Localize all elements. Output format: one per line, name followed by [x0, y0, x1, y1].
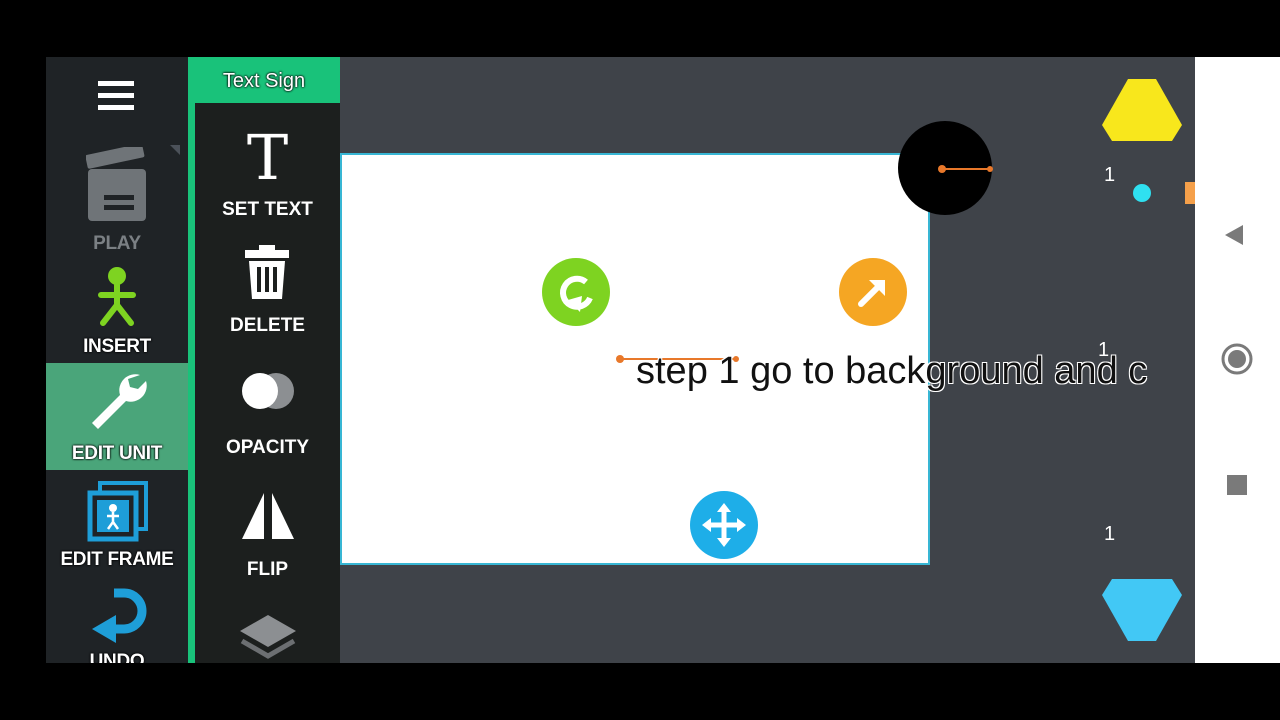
panel-accent-stripe: [188, 57, 195, 663]
edit-unit-button[interactable]: EDIT UNIT: [46, 363, 188, 470]
delete-label: DELETE: [230, 315, 305, 336]
set-text-button[interactable]: T SET TEXT: [195, 123, 340, 223]
layers-icon: [240, 615, 296, 659]
undo-icon: [92, 588, 147, 643]
rotate-icon: [560, 275, 593, 312]
trash-icon: [245, 245, 289, 299]
undo-label: UNDO: [89, 651, 145, 663]
arrow-up-right-icon: [858, 280, 885, 307]
wrench-icon: [92, 374, 147, 429]
edit-frame-label: EDIT FRAME: [60, 549, 174, 570]
move-handle[interactable]: [690, 491, 758, 559]
opacity-label: OPACITY: [225, 437, 310, 458]
flip-label: FLIP: [246, 559, 289, 580]
layers-button[interactable]: [195, 613, 340, 663]
edit-unit-label: EDIT UNIT: [71, 443, 163, 464]
play-label: PLAY: [93, 233, 141, 254]
flip-button[interactable]: FLIP: [195, 491, 340, 591]
text-T-icon: T: [246, 121, 289, 194]
delete-button[interactable]: DELETE: [195, 243, 340, 343]
system-navigation-bar: [1195, 57, 1280, 663]
hamburger-menu-icon[interactable]: [98, 81, 134, 115]
text-sign-tool-panel: Text Sign T SET TEXT DELETE OPACITY FLIP: [188, 57, 340, 663]
clapperboard-icon: [86, 147, 146, 221]
flip-icon: [242, 493, 294, 539]
app-window: PLAY INSERT EDIT UNIT EDIT FRAME UNDO Te…: [46, 57, 1280, 663]
insert-label: INSERT: [83, 336, 151, 357]
frame-up-button[interactable]: [1102, 77, 1182, 143]
scale-handle[interactable]: [839, 258, 907, 326]
move-arrows-icon: [702, 503, 746, 547]
home-icon[interactable]: [1221, 343, 1253, 375]
play-button[interactable]: PLAY: [46, 143, 188, 254]
undo-button[interactable]: UNDO: [46, 583, 188, 663]
frame-counter-mid: 1: [1098, 339, 1110, 361]
text-sign[interactable]: step 1 go to background and c: [636, 350, 1147, 393]
frame-icon: [87, 481, 148, 542]
opacity-icon: [242, 373, 294, 409]
timeline-dot: [1133, 184, 1151, 202]
main-toolbar: PLAY INSERT EDIT UNIT EDIT FRAME UNDO: [46, 57, 188, 663]
recents-icon[interactable]: [1226, 474, 1248, 496]
rotate-handle[interactable]: [542, 258, 610, 326]
frame-counter-bottom: 1: [1104, 523, 1116, 545]
timeline-marker: [1185, 182, 1195, 204]
edit-frame-button[interactable]: EDIT FRAME: [46, 475, 188, 575]
frame-down-button[interactable]: [1102, 577, 1182, 643]
stickfigure-icon: [98, 267, 136, 326]
frame-counter-top: 1: [1104, 164, 1116, 186]
joint-line-icon: [938, 165, 993, 173]
insert-button[interactable]: INSERT: [46, 257, 188, 361]
back-icon[interactable]: [1223, 223, 1247, 247]
opacity-button[interactable]: OPACITY: [195, 369, 340, 469]
set-text-label: SET TEXT: [222, 199, 313, 220]
panel-title: Text Sign: [188, 57, 340, 103]
